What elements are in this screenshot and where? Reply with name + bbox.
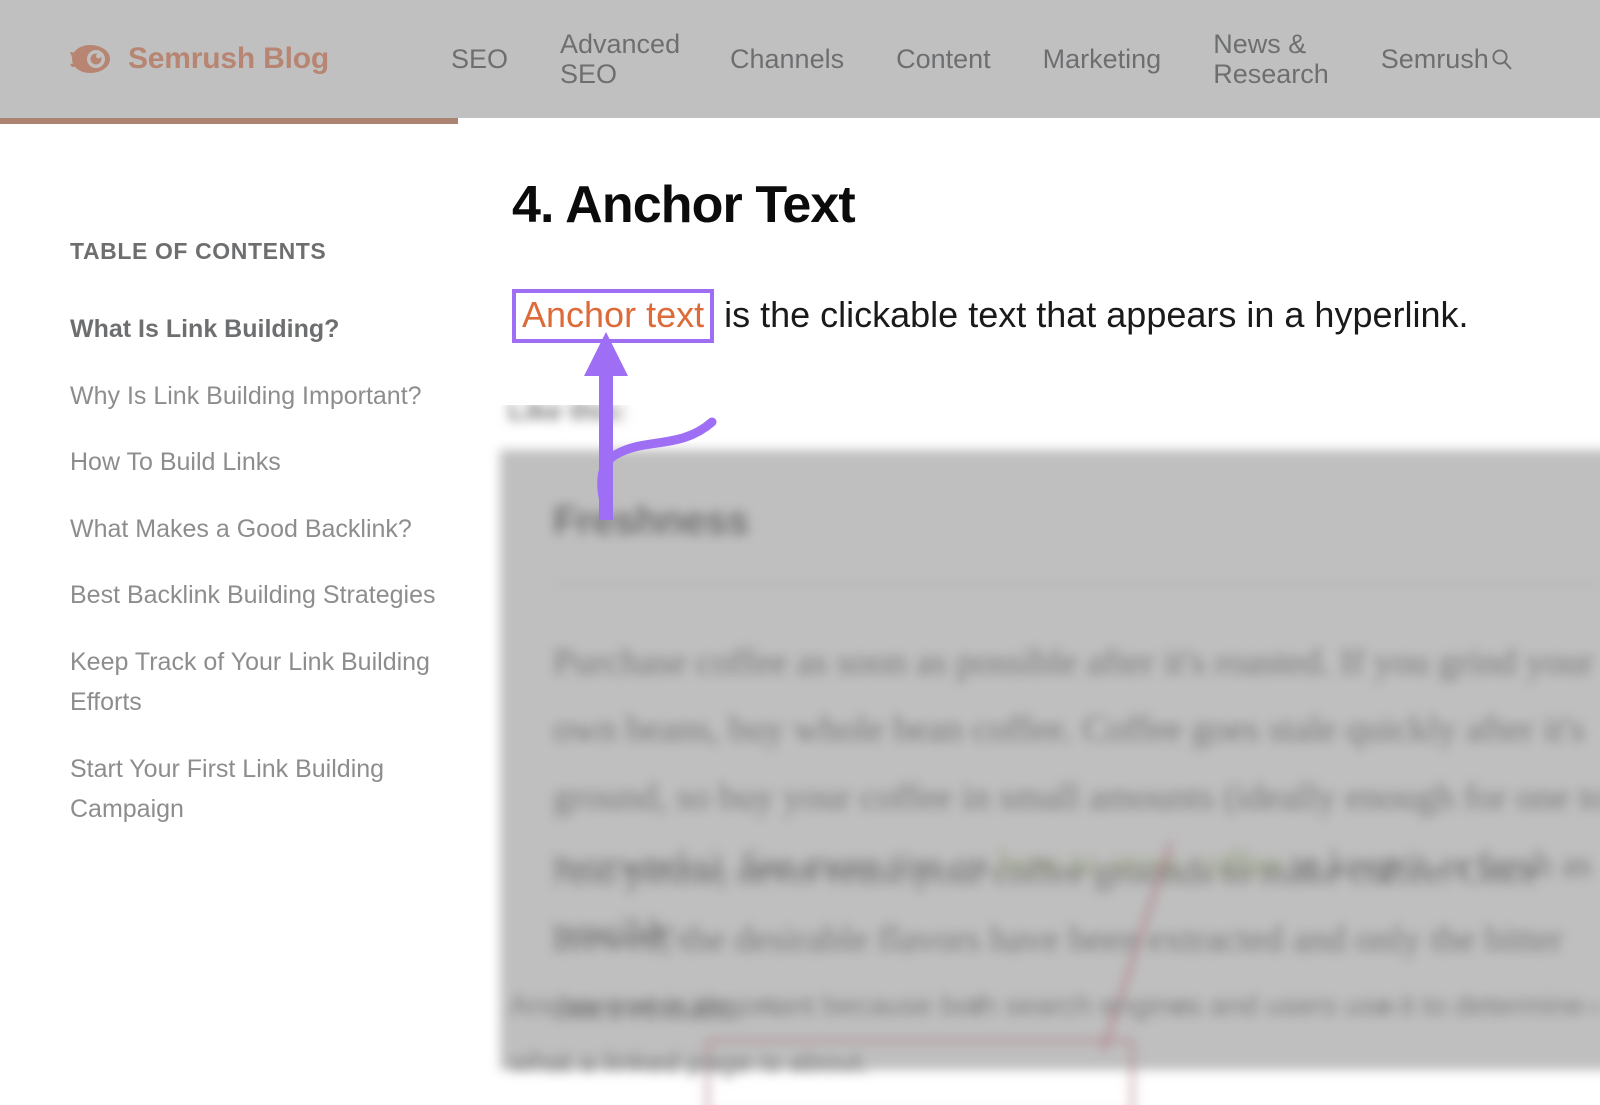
sidebar-item-why-is-link-building-important[interactable]: Why Is Link Building Important? bbox=[70, 376, 470, 417]
nav-item-advanced-seo[interactable]: Advanced SEO bbox=[534, 29, 704, 89]
reading-progress-fill bbox=[0, 118, 458, 124]
sidebar-item-what-is-link-building[interactable]: What Is Link Building? bbox=[70, 309, 470, 350]
card-divider bbox=[553, 583, 1600, 585]
brand-name: Semrush Blog bbox=[128, 42, 329, 75]
nav-item-semrush-label: Semrush bbox=[1380, 43, 1489, 74]
callout-heading: 4. Anchor Text bbox=[512, 176, 856, 234]
spotlight-callout: 4. Anchor Text Anchor text is the clicka… bbox=[485, 147, 1600, 405]
nav-item-marketing[interactable]: Marketing bbox=[1017, 44, 1188, 74]
article-tail-paragraph: Anchor text is important because both se… bbox=[510, 990, 1584, 1079]
main-nav: SEO Advanced SEO Channels Content Market… bbox=[425, 29, 1533, 89]
blog-article-screenshot: Semrush Blog SEO Advanced SEO Channels C… bbox=[0, 0, 1600, 1105]
table-of-contents: TABLE OF CONTENTS What Is Link Building?… bbox=[70, 238, 470, 856]
brand-logo[interactable]: Semrush Blog bbox=[70, 42, 329, 76]
sidebar-item-best-backlink-building-strategies[interactable]: Best Backlink Building Strategies bbox=[70, 575, 470, 616]
search-icon[interactable] bbox=[1491, 48, 1513, 70]
nav-item-content[interactable]: Content bbox=[870, 44, 1017, 74]
reading-progress-bar bbox=[0, 118, 1600, 124]
nav-item-channels[interactable]: Channels bbox=[704, 44, 870, 74]
card-heading: Freshness bbox=[553, 499, 749, 543]
sidebar-item-how-to-build-links[interactable]: How To Build Links bbox=[70, 442, 470, 483]
semrush-comet-icon bbox=[70, 45, 110, 73]
nav-item-news-research[interactable]: News & Research bbox=[1187, 29, 1355, 89]
callout-sentence: Anchor text is the clickable text that a… bbox=[512, 289, 1469, 343]
sidebar-item-keep-track-of-efforts[interactable]: Keep Track of Your Link Building Efforts bbox=[70, 642, 470, 723]
site-header: Semrush Blog SEO Advanced SEO Channels C… bbox=[0, 0, 1600, 118]
anchor-text-highlight[interactable]: Anchor text bbox=[512, 289, 715, 343]
example-screenshot-card: Freshness Purchase coffee as soon as pos… bbox=[500, 450, 1600, 1105]
sidebar-item-start-first-campaign[interactable]: Start Your First Link Building Campaign bbox=[70, 749, 470, 830]
sidebar-item-what-makes-a-good-backlink[interactable]: What Makes a Good Backlink? bbox=[70, 509, 470, 550]
nav-item-seo[interactable]: SEO bbox=[425, 44, 534, 74]
callout-sentence-rest: is the clickable text that appears in a … bbox=[724, 294, 1469, 335]
toc-title: TABLE OF CONTENTS bbox=[70, 238, 327, 264]
nav-item-semrush-search[interactable]: Semrush bbox=[1355, 44, 1533, 75]
